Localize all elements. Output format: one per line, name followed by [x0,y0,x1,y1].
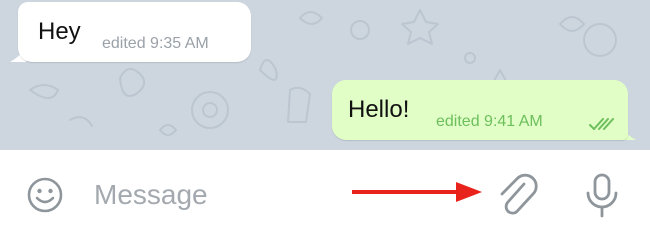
outgoing-message-text: Hello! [348,96,410,123]
incoming-message-text: Hey [38,18,81,45]
incoming-message-bubble[interactable]: Hey edited 9:35 AM [18,2,251,62]
outgoing-message-meta: edited 9:41 AM [436,113,543,130]
microphone-icon[interactable] [582,172,622,220]
outgoing-message-bubble[interactable]: Hello! edited 9:41 AM [332,80,628,140]
double-check-icon [589,118,614,130]
message-composer [0,150,650,240]
message-input[interactable] [94,176,334,214]
chat-area[interactable]: Hey edited 9:35 AM Hello! edited 9:41 AM [0,0,650,150]
emoji-icon[interactable] [26,176,64,214]
annotation-arrow [352,182,482,202]
paperclip-icon[interactable] [494,172,542,220]
incoming-message-meta: edited 9:35 AM [102,35,209,52]
